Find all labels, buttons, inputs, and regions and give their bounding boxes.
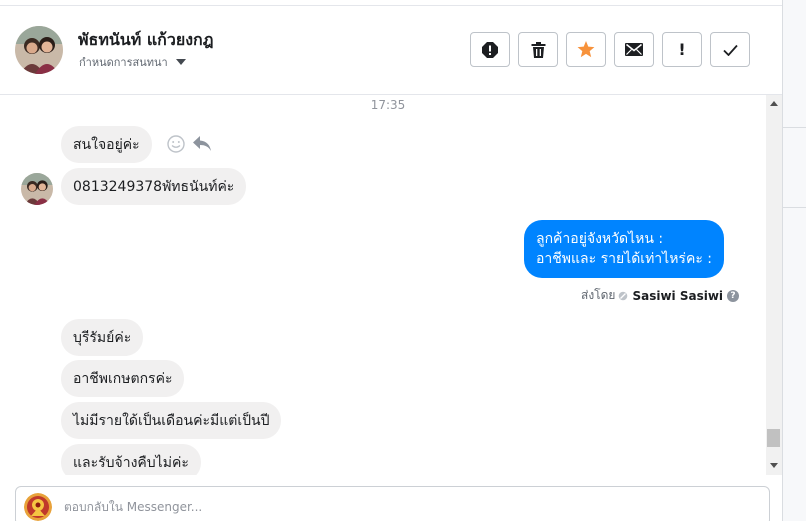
star-icon [577,41,595,58]
conversation-label-text: กำหนดการสนทนา [79,56,168,69]
side-panel-divider [782,127,806,128]
page-avatar [24,493,52,521]
incoming-message[interactable]: อาชีพเกษตกรค่ะ [61,360,185,397]
outgoing-message-line: อาชีพและ รายได้เท่าไหร่คะ : [536,251,713,267]
checkmark-icon [722,44,738,56]
incoming-message[interactable]: ไม่มีรายใด้เป็นเดือนค่ะมีแต่เป็นปี [61,402,282,439]
side-panel-divider [782,207,806,208]
contact-avatar[interactable] [15,26,63,74]
incoming-message[interactable]: 0813249378พัทธนันท์ค่ะ [61,168,247,205]
sent-by-info: ส่งโดย Sasiwi Sasiwi ? [581,286,740,305]
sent-by-label: ส่งโดย [581,288,616,302]
blocked-circle-icon [619,291,628,300]
envelope-icon [625,43,643,56]
side-panel-edge [782,0,806,521]
trash-icon [531,41,545,58]
reply-input[interactable] [64,497,744,517]
mark-done-button[interactable] [710,32,750,67]
message-actions [167,135,211,153]
thread-scrollbar[interactable] [766,95,782,475]
delete-button[interactable] [518,32,558,67]
sender-name: Sasiwi Sasiwi [632,288,724,303]
alert-circle-icon [482,41,498,58]
star-button[interactable] [566,32,606,67]
reply-icon[interactable] [193,136,211,152]
messenger-inbox: พัธทนันท์ แก้วยงกฎ กำหนดการสนทนา ! 17:35… [0,0,806,521]
chevron-down-icon [175,59,186,65]
contact-name[interactable]: พัธทนันท์ แก้วยงกฎ [78,28,213,53]
exclamation-icon: ! [678,40,686,59]
incoming-message[interactable]: และรับจ้างคืบไม่ค่ะ [61,444,201,475]
outgoing-message-line: ลูกค้าอยู่จังหวัดไหน : [536,231,664,247]
scroll-thumb[interactable] [767,429,780,447]
spam-button[interactable] [470,32,510,67]
conversation-label-dropdown[interactable]: กำหนดการสนทนา [79,53,186,71]
incoming-message[interactable]: สนใจอยู่ค่ะ [61,126,152,163]
mark-unread-button[interactable] [614,32,654,67]
follow-up-button[interactable]: ! [662,32,702,67]
reply-composer [15,486,770,521]
contact-avatar-small [21,173,53,205]
scroll-up-arrow[interactable] [770,101,778,106]
conversation-actions: ! [470,32,750,67]
message-timestamp: 17:35 [370,98,406,112]
scroll-down-arrow[interactable] [770,463,778,468]
incoming-message[interactable]: บุรีรัมย์ค่ะ [61,319,144,356]
message-thread: 17:35 สนใจอยู่ค่ะ 0813249378พัทธนันท์ค่ะ… [0,95,766,475]
conversation-header: พัธทนันท์ แก้วยงกฎ กำหนดการสนทนา ! [0,6,782,95]
help-icon[interactable]: ? [727,289,740,302]
smiley-icon[interactable] [167,135,185,153]
outgoing-message[interactable]: ลูกค้าอยู่จังหวัดไหน : อาชีพและ รายได้เท… [524,220,725,278]
